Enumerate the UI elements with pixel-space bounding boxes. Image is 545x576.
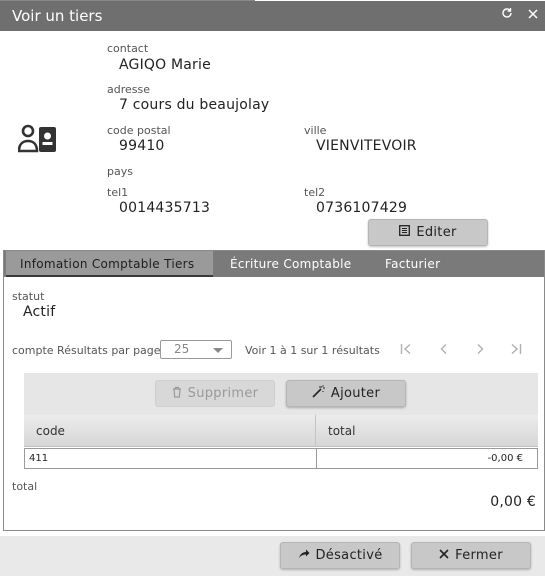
dialog-footer: Désactivé Fermer [0,536,545,576]
adresse-value: 7 cours du beaujolay [119,97,270,113]
edit-icon [399,225,411,240]
window-title: Voir un tiers [12,7,103,25]
cell-total[interactable]: -0,00 € [316,448,538,469]
adresse-label: adresse [107,83,151,96]
code-postal-value: 99410 [119,138,165,154]
ville-label: ville [304,124,327,137]
deactivate-button[interactable]: Désactivé [280,542,400,569]
column-header-total[interactable]: total [316,415,538,447]
close-button-label: Fermer [455,548,503,563]
edit-button[interactable]: Editer [368,219,488,246]
pager-summary: Voir 1 à 1 sur 1 résultats [245,344,380,357]
per-page-value: 25 [174,342,190,356]
close-icon [439,548,449,563]
code-postal-label: code postal [107,124,171,137]
window-titlebar: Voir un tiers [0,1,545,31]
trash-icon [172,386,182,402]
tel1-label: tel1 [107,186,129,199]
chevron-down-icon [213,348,223,353]
tab-bar: Infomation Comptable Tiers Écriture Comp… [4,251,544,277]
deactivate-button-label: Désactivé [315,548,383,563]
delete-button-label: Supprimer [187,386,259,401]
contact-label: contact [107,42,149,55]
add-button-label: Ajouter [330,386,381,401]
last-page-icon[interactable] [510,343,522,359]
contact-value: AGIQO Marie [119,57,211,73]
per-page-label: compte Résultats par page [12,344,161,357]
pays-label: pays [107,165,133,178]
prev-page-icon[interactable] [438,343,450,359]
edit-button-label: Editer [416,225,457,240]
tel2-value: 0736107429 [316,200,408,216]
tab-ecriture-comptable[interactable]: Écriture Comptable [216,251,365,277]
tel2-label: tel2 [304,186,326,199]
ville-value: VIENVITEVOIR [316,138,417,154]
magic-wand-icon [312,385,325,402]
statut-value: Actif [23,304,56,320]
tel1-value: 0014435713 [119,200,211,216]
total-label: total [12,480,38,493]
contact-card-icon [17,124,58,158]
share-arrow-icon [298,548,310,563]
grid-header: code total [24,415,538,447]
next-page-icon[interactable] [474,343,486,359]
total-value: 0,00 € [490,494,536,510]
cell-code[interactable]: 411 [24,448,317,469]
column-header-code[interactable]: code [24,415,316,447]
close-button[interactable]: Fermer [411,542,531,569]
tab-facturier[interactable]: Facturier [371,251,454,277]
delete-button[interactable]: Supprimer [155,380,275,407]
statut-label: statut [12,290,45,303]
per-page-select[interactable]: 25 [160,340,232,359]
tabs-panel: Infomation Comptable Tiers Écriture Comp… [3,250,545,531]
tab-infomation-comptable[interactable]: Infomation Comptable Tiers [6,251,213,277]
close-icon[interactable] [524,7,542,25]
refresh-icon[interactable] [498,7,516,25]
grid-toolbar: Supprimer Ajouter [24,373,538,415]
add-button[interactable]: Ajouter [286,380,406,407]
first-page-icon[interactable] [400,343,412,359]
